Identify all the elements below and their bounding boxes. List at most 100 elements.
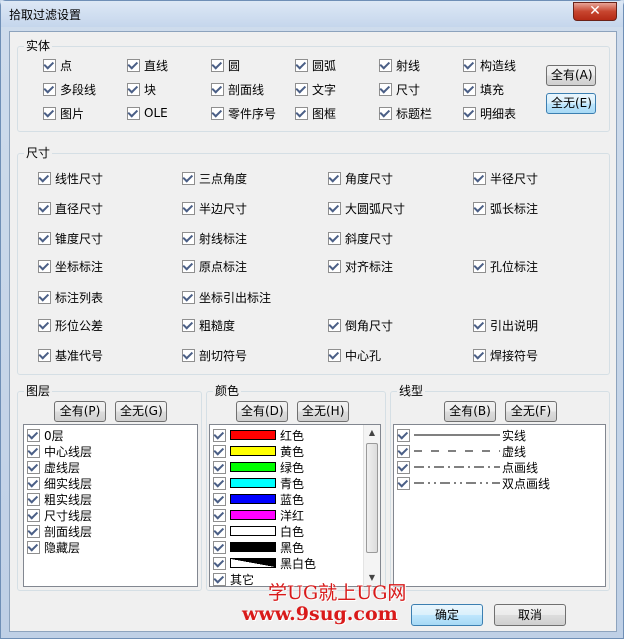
checkbox-icon[interactable] <box>182 318 195 332</box>
color-list-item[interactable]: 黑色 <box>213 539 304 555</box>
checkbox-icon[interactable] <box>397 428 410 442</box>
entity-checkbox[interactable]: 块 <box>127 81 156 97</box>
linetype-list-item[interactable]: 双点画线 <box>397 475 550 491</box>
checkbox-icon[interactable] <box>213 508 226 522</box>
checkbox-icon[interactable] <box>211 106 224 120</box>
dimension-checkbox[interactable]: 坐标引出标注 <box>182 289 271 305</box>
dimension-checkbox[interactable]: 中心孔 <box>328 347 381 363</box>
dimension-checkbox[interactable]: 粗糙度 <box>182 317 235 333</box>
entity-checkbox[interactable]: 文字 <box>295 81 336 97</box>
color-all-on-button[interactable]: 全有(D) <box>236 401 288 422</box>
dimension-checkbox[interactable]: 基准代号 <box>38 347 103 363</box>
checkbox-icon[interactable] <box>473 171 486 185</box>
checkbox-icon[interactable] <box>127 106 140 120</box>
title-bar[interactable]: 拾取过滤设置 ✕ <box>1 1 623 27</box>
checkbox-icon[interactable] <box>473 259 486 273</box>
color-list-item[interactable]: 白色 <box>213 523 304 539</box>
checkbox-icon[interactable] <box>473 318 486 332</box>
color-all-off-button[interactable]: 全无(H) <box>297 401 349 422</box>
checkbox-icon[interactable] <box>27 428 40 442</box>
linetype-list-item[interactable]: 虚线 <box>397 443 526 459</box>
color-list-item[interactable]: 蓝色 <box>213 491 304 507</box>
dimension-checkbox[interactable]: 半径尺寸 <box>473 170 538 186</box>
checkbox-icon[interactable] <box>38 231 51 245</box>
checkbox-icon[interactable] <box>328 318 341 332</box>
entity-all-off-button[interactable]: 全无(E) <box>546 93 596 114</box>
checkbox-icon[interactable] <box>295 106 308 120</box>
color-list-item[interactable]: 洋红 <box>213 507 304 523</box>
checkbox-icon[interactable] <box>213 572 226 586</box>
linetype-list-item[interactable]: 点画线 <box>397 459 538 475</box>
checkbox-icon[interactable] <box>213 428 226 442</box>
checkbox-icon[interactable] <box>379 58 392 72</box>
checkbox-icon[interactable] <box>328 231 341 245</box>
checkbox-icon[interactable] <box>127 82 140 96</box>
color-list-item[interactable]: 青色 <box>213 475 304 491</box>
checkbox-icon[interactable] <box>463 58 476 72</box>
color-list-item[interactable]: 绿色 <box>213 459 304 475</box>
entity-checkbox[interactable]: 直线 <box>127 57 168 73</box>
checkbox-icon[interactable] <box>38 171 51 185</box>
checkbox-icon[interactable] <box>38 259 51 273</box>
checkbox-icon[interactable] <box>43 58 56 72</box>
checkbox-icon[interactable] <box>38 348 51 362</box>
checkbox-icon[interactable] <box>211 82 224 96</box>
checkbox-icon[interactable] <box>473 348 486 362</box>
checkbox-icon[interactable] <box>38 201 51 215</box>
checkbox-icon[interactable] <box>27 492 40 506</box>
entity-checkbox[interactable]: 填充 <box>463 81 504 97</box>
color-list-item[interactable]: 黄色 <box>213 443 304 459</box>
layer-all-on-button[interactable]: 全有(P) <box>54 401 106 422</box>
layer-list-item[interactable]: 粗实线层 <box>27 491 92 507</box>
linetype-list-item[interactable]: 实线 <box>397 427 526 443</box>
dimension-checkbox[interactable]: 半边尺寸 <box>182 200 247 216</box>
entity-all-on-button[interactable]: 全有(A) <box>546 65 596 86</box>
checkbox-icon[interactable] <box>397 476 410 490</box>
dimension-checkbox[interactable]: 原点标注 <box>182 258 247 274</box>
scroll-thumb[interactable] <box>366 443 378 553</box>
checkbox-icon[interactable] <box>213 524 226 538</box>
checkbox-icon[interactable] <box>27 444 40 458</box>
checkbox-icon[interactable] <box>473 201 486 215</box>
checkbox-icon[interactable] <box>213 444 226 458</box>
entity-checkbox[interactable]: 零件序号 <box>211 105 276 121</box>
dimension-checkbox[interactable]: 引出说明 <box>473 317 538 333</box>
dimension-checkbox[interactable]: 标注列表 <box>38 289 103 305</box>
checkbox-icon[interactable] <box>397 460 410 474</box>
entity-checkbox[interactable]: 图框 <box>295 105 336 121</box>
layer-list-item[interactable]: 细实线层 <box>27 475 92 491</box>
color-list-item[interactable]: 黑白色 <box>213 555 316 571</box>
checkbox-icon[interactable] <box>328 259 341 273</box>
dimension-checkbox[interactable]: 三点角度 <box>182 170 247 186</box>
checkbox-icon[interactable] <box>27 524 40 538</box>
checkbox-icon[interactable] <box>27 540 40 554</box>
checkbox-icon[interactable] <box>211 58 224 72</box>
linetype-all-off-button[interactable]: 全无(F) <box>505 401 557 422</box>
checkbox-icon[interactable] <box>213 540 226 554</box>
checkbox-icon[interactable] <box>38 318 51 332</box>
checkbox-icon[interactable] <box>182 259 195 273</box>
entity-checkbox[interactable]: 构造线 <box>463 57 516 73</box>
checkbox-icon[interactable] <box>43 82 56 96</box>
entity-checkbox[interactable]: 点 <box>43 57 72 73</box>
entity-checkbox[interactable]: 多段线 <box>43 81 96 97</box>
dimension-checkbox[interactable]: 孔位标注 <box>473 258 538 274</box>
layer-list-item[interactable]: 隐藏层 <box>27 539 80 555</box>
checkbox-icon[interactable] <box>379 106 392 120</box>
entity-checkbox[interactable]: OLE <box>127 105 168 121</box>
dimension-checkbox[interactable]: 直径尺寸 <box>38 200 103 216</box>
layer-list-item[interactable]: 0层 <box>27 427 64 443</box>
ok-button[interactable]: 确定 <box>411 604 483 626</box>
checkbox-icon[interactable] <box>295 58 308 72</box>
entity-checkbox[interactable]: 射线 <box>379 57 420 73</box>
cancel-button[interactable]: 取消 <box>494 604 566 626</box>
close-button[interactable]: ✕ <box>573 2 617 21</box>
checkbox-icon[interactable] <box>213 492 226 506</box>
dimension-checkbox[interactable]: 射线标注 <box>182 230 247 246</box>
dimension-checkbox[interactable]: 斜度尺寸 <box>328 230 393 246</box>
scroll-up-icon[interactable]: ▲ <box>364 425 380 441</box>
dimension-checkbox[interactable]: 锥度尺寸 <box>38 230 103 246</box>
checkbox-icon[interactable] <box>328 171 341 185</box>
layer-list-item[interactable]: 尺寸线层 <box>27 507 92 523</box>
entity-checkbox[interactable]: 剖面线 <box>211 81 264 97</box>
